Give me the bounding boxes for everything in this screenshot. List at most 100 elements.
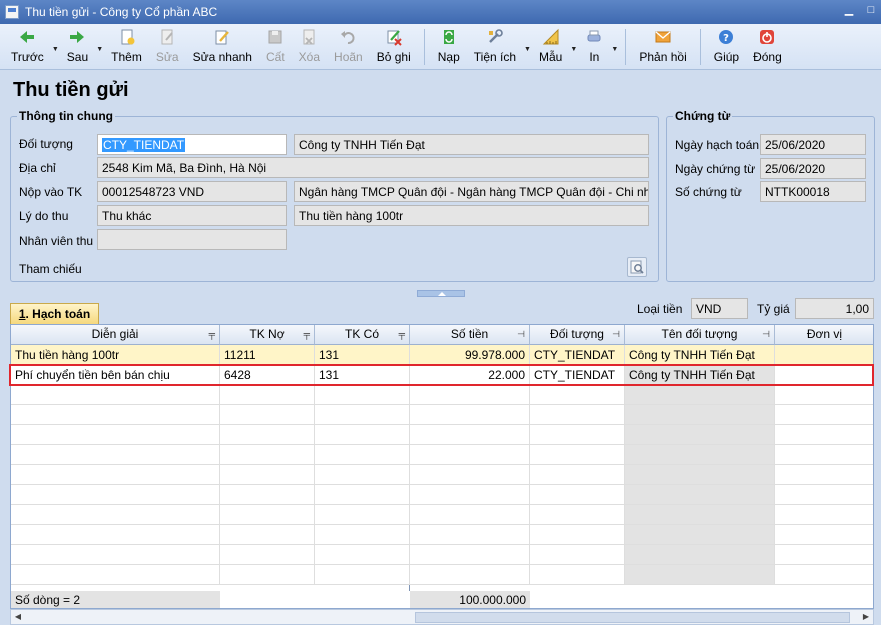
table-row[interactable]: Thu tiền hàng 100tr 11211 131 99.978.000 CTY… bbox=[11, 345, 873, 365]
table-cell[interactable] bbox=[410, 565, 530, 585]
table-cell[interactable]: 131 bbox=[315, 345, 410, 365]
table-cell[interactable] bbox=[410, 485, 530, 505]
minimize-icon[interactable]: ▁ bbox=[843, 4, 855, 16]
table-cell[interactable] bbox=[775, 485, 873, 505]
column-header-0[interactable]: Diễn giải ╤ bbox=[11, 325, 220, 345]
table-cell[interactable] bbox=[625, 525, 775, 545]
rate-field[interactable]: 1,00 bbox=[795, 298, 874, 319]
table-cell[interactable] bbox=[530, 445, 625, 465]
table-cell[interactable] bbox=[530, 525, 625, 545]
bank-field[interactable]: Ngân hàng TMCP Quân đội - Ngân hàng TMCP… bbox=[294, 181, 649, 202]
table-cell[interactable] bbox=[410, 405, 530, 425]
scroll-left-icon[interactable]: ◀ bbox=[12, 611, 24, 623]
table-cell[interactable] bbox=[625, 465, 775, 485]
table-cell[interactable] bbox=[315, 565, 410, 585]
table-cell[interactable] bbox=[625, 385, 775, 405]
table-row[interactable] bbox=[11, 465, 873, 485]
table-cell[interactable] bbox=[775, 445, 873, 465]
table-row[interactable] bbox=[11, 565, 873, 585]
reference-search-button[interactable] bbox=[627, 257, 647, 277]
table-cell[interactable] bbox=[11, 465, 220, 485]
table-row[interactable] bbox=[11, 525, 873, 545]
toolbar-button-8[interactable]: Bỏ ghi bbox=[370, 24, 418, 68]
object-name-field[interactable]: Công ty TNHH Tiến Đạt bbox=[294, 134, 649, 155]
toolbar-button-6[interactable]: Xóa bbox=[292, 24, 327, 68]
toolbar-button-4[interactable]: Sửa nhanh bbox=[186, 24, 259, 68]
table-cell[interactable] bbox=[775, 465, 873, 485]
voucher-no-field[interactable]: NTTK00018 bbox=[760, 181, 866, 202]
table-cell[interactable] bbox=[315, 485, 410, 505]
toolbar-button-0[interactable]: Trước bbox=[4, 24, 51, 68]
column-header-5[interactable]: Tên đối tượng ⊣ bbox=[625, 325, 775, 345]
table-cell[interactable] bbox=[11, 565, 220, 585]
pin-icon[interactable]: ╤ bbox=[399, 325, 405, 344]
table-row[interactable] bbox=[11, 405, 873, 425]
table-cell[interactable] bbox=[220, 465, 315, 485]
table-cell[interactable] bbox=[625, 425, 775, 445]
table-cell[interactable]: 11211 bbox=[220, 345, 315, 365]
table-cell[interactable] bbox=[11, 385, 220, 405]
table-cell[interactable] bbox=[220, 525, 315, 545]
table-cell[interactable] bbox=[775, 505, 873, 525]
pin-icon[interactable]: ⊣ bbox=[517, 325, 525, 344]
table-cell[interactable] bbox=[220, 545, 315, 565]
collapse-panel-handle[interactable] bbox=[417, 290, 465, 297]
table-row[interactable] bbox=[11, 545, 873, 565]
table-cell[interactable] bbox=[530, 565, 625, 585]
table-row[interactable] bbox=[11, 505, 873, 525]
table-row[interactable] bbox=[11, 385, 873, 405]
table-cell[interactable] bbox=[530, 405, 625, 425]
table-cell[interactable] bbox=[315, 445, 410, 465]
toolbar-button-2[interactable]: Thêm bbox=[104, 24, 149, 68]
table-cell[interactable] bbox=[220, 405, 315, 425]
maximize-icon[interactable]: □ bbox=[865, 4, 877, 16]
table-cell[interactable] bbox=[625, 565, 775, 585]
table-cell[interactable] bbox=[315, 465, 410, 485]
toolbar-button-5[interactable]: Cất bbox=[259, 24, 292, 68]
table-cell[interactable] bbox=[625, 405, 775, 425]
toolbar-button-10[interactable]: Tiện ích bbox=[467, 24, 523, 68]
chevron-down-icon[interactable]: ▼ bbox=[523, 24, 532, 68]
table-cell[interactable] bbox=[11, 445, 220, 465]
table-cell[interactable] bbox=[11, 545, 220, 565]
staff-field[interactable] bbox=[97, 229, 287, 250]
column-header-4[interactable]: Đối tượng ⊣ bbox=[530, 325, 625, 345]
table-cell[interactable] bbox=[220, 445, 315, 465]
table-cell[interactable] bbox=[11, 485, 220, 505]
table-cell[interactable] bbox=[530, 485, 625, 505]
table-cell[interactable] bbox=[775, 405, 873, 425]
pin-icon[interactable]: ╤ bbox=[304, 325, 310, 344]
chevron-down-icon[interactable]: ▼ bbox=[569, 24, 578, 68]
table-cell[interactable] bbox=[410, 425, 530, 445]
toolbar-button-12[interactable]: In bbox=[578, 24, 610, 68]
table-cell[interactable] bbox=[410, 385, 530, 405]
address-field[interactable]: 2548 Kim Mã, Ba Đình, Hà Nội bbox=[97, 157, 649, 178]
table-cell[interactable] bbox=[625, 485, 775, 505]
table-cell[interactable] bbox=[775, 385, 873, 405]
pin-icon[interactable]: ╤ bbox=[209, 325, 215, 344]
table-cell[interactable] bbox=[410, 545, 530, 565]
table-cell[interactable] bbox=[410, 445, 530, 465]
scrollbar-thumb[interactable] bbox=[415, 612, 850, 623]
table-cell[interactable] bbox=[11, 425, 220, 445]
table-cell[interactable] bbox=[625, 545, 775, 565]
voucher-date-field[interactable]: 25/06/2020 bbox=[760, 158, 866, 179]
reason-code-field[interactable]: Thu khác bbox=[97, 205, 287, 226]
table-cell[interactable] bbox=[775, 425, 873, 445]
column-header-2[interactable]: TK Có ╤ bbox=[315, 325, 410, 345]
currency-field[interactable]: VND bbox=[691, 298, 748, 319]
column-header-6[interactable]: Đơn vị bbox=[775, 325, 873, 345]
table-cell[interactable] bbox=[315, 405, 410, 425]
table-cell[interactable] bbox=[315, 525, 410, 545]
table-cell[interactable]: 99.978.000 bbox=[410, 345, 530, 365]
chevron-down-icon[interactable]: ▼ bbox=[95, 24, 104, 68]
table-cell[interactable]: CTY_TIENDAT bbox=[530, 345, 625, 365]
table-cell[interactable] bbox=[220, 385, 315, 405]
pin-icon[interactable]: ⊣ bbox=[762, 325, 770, 344]
table-cell[interactable] bbox=[530, 465, 625, 485]
table-cell[interactable] bbox=[410, 525, 530, 545]
toolbar-button-15[interactable]: Đóng bbox=[746, 24, 789, 68]
table-cell[interactable] bbox=[775, 525, 873, 545]
chevron-down-icon[interactable]: ▼ bbox=[610, 24, 619, 68]
table-cell[interactable] bbox=[625, 505, 775, 525]
